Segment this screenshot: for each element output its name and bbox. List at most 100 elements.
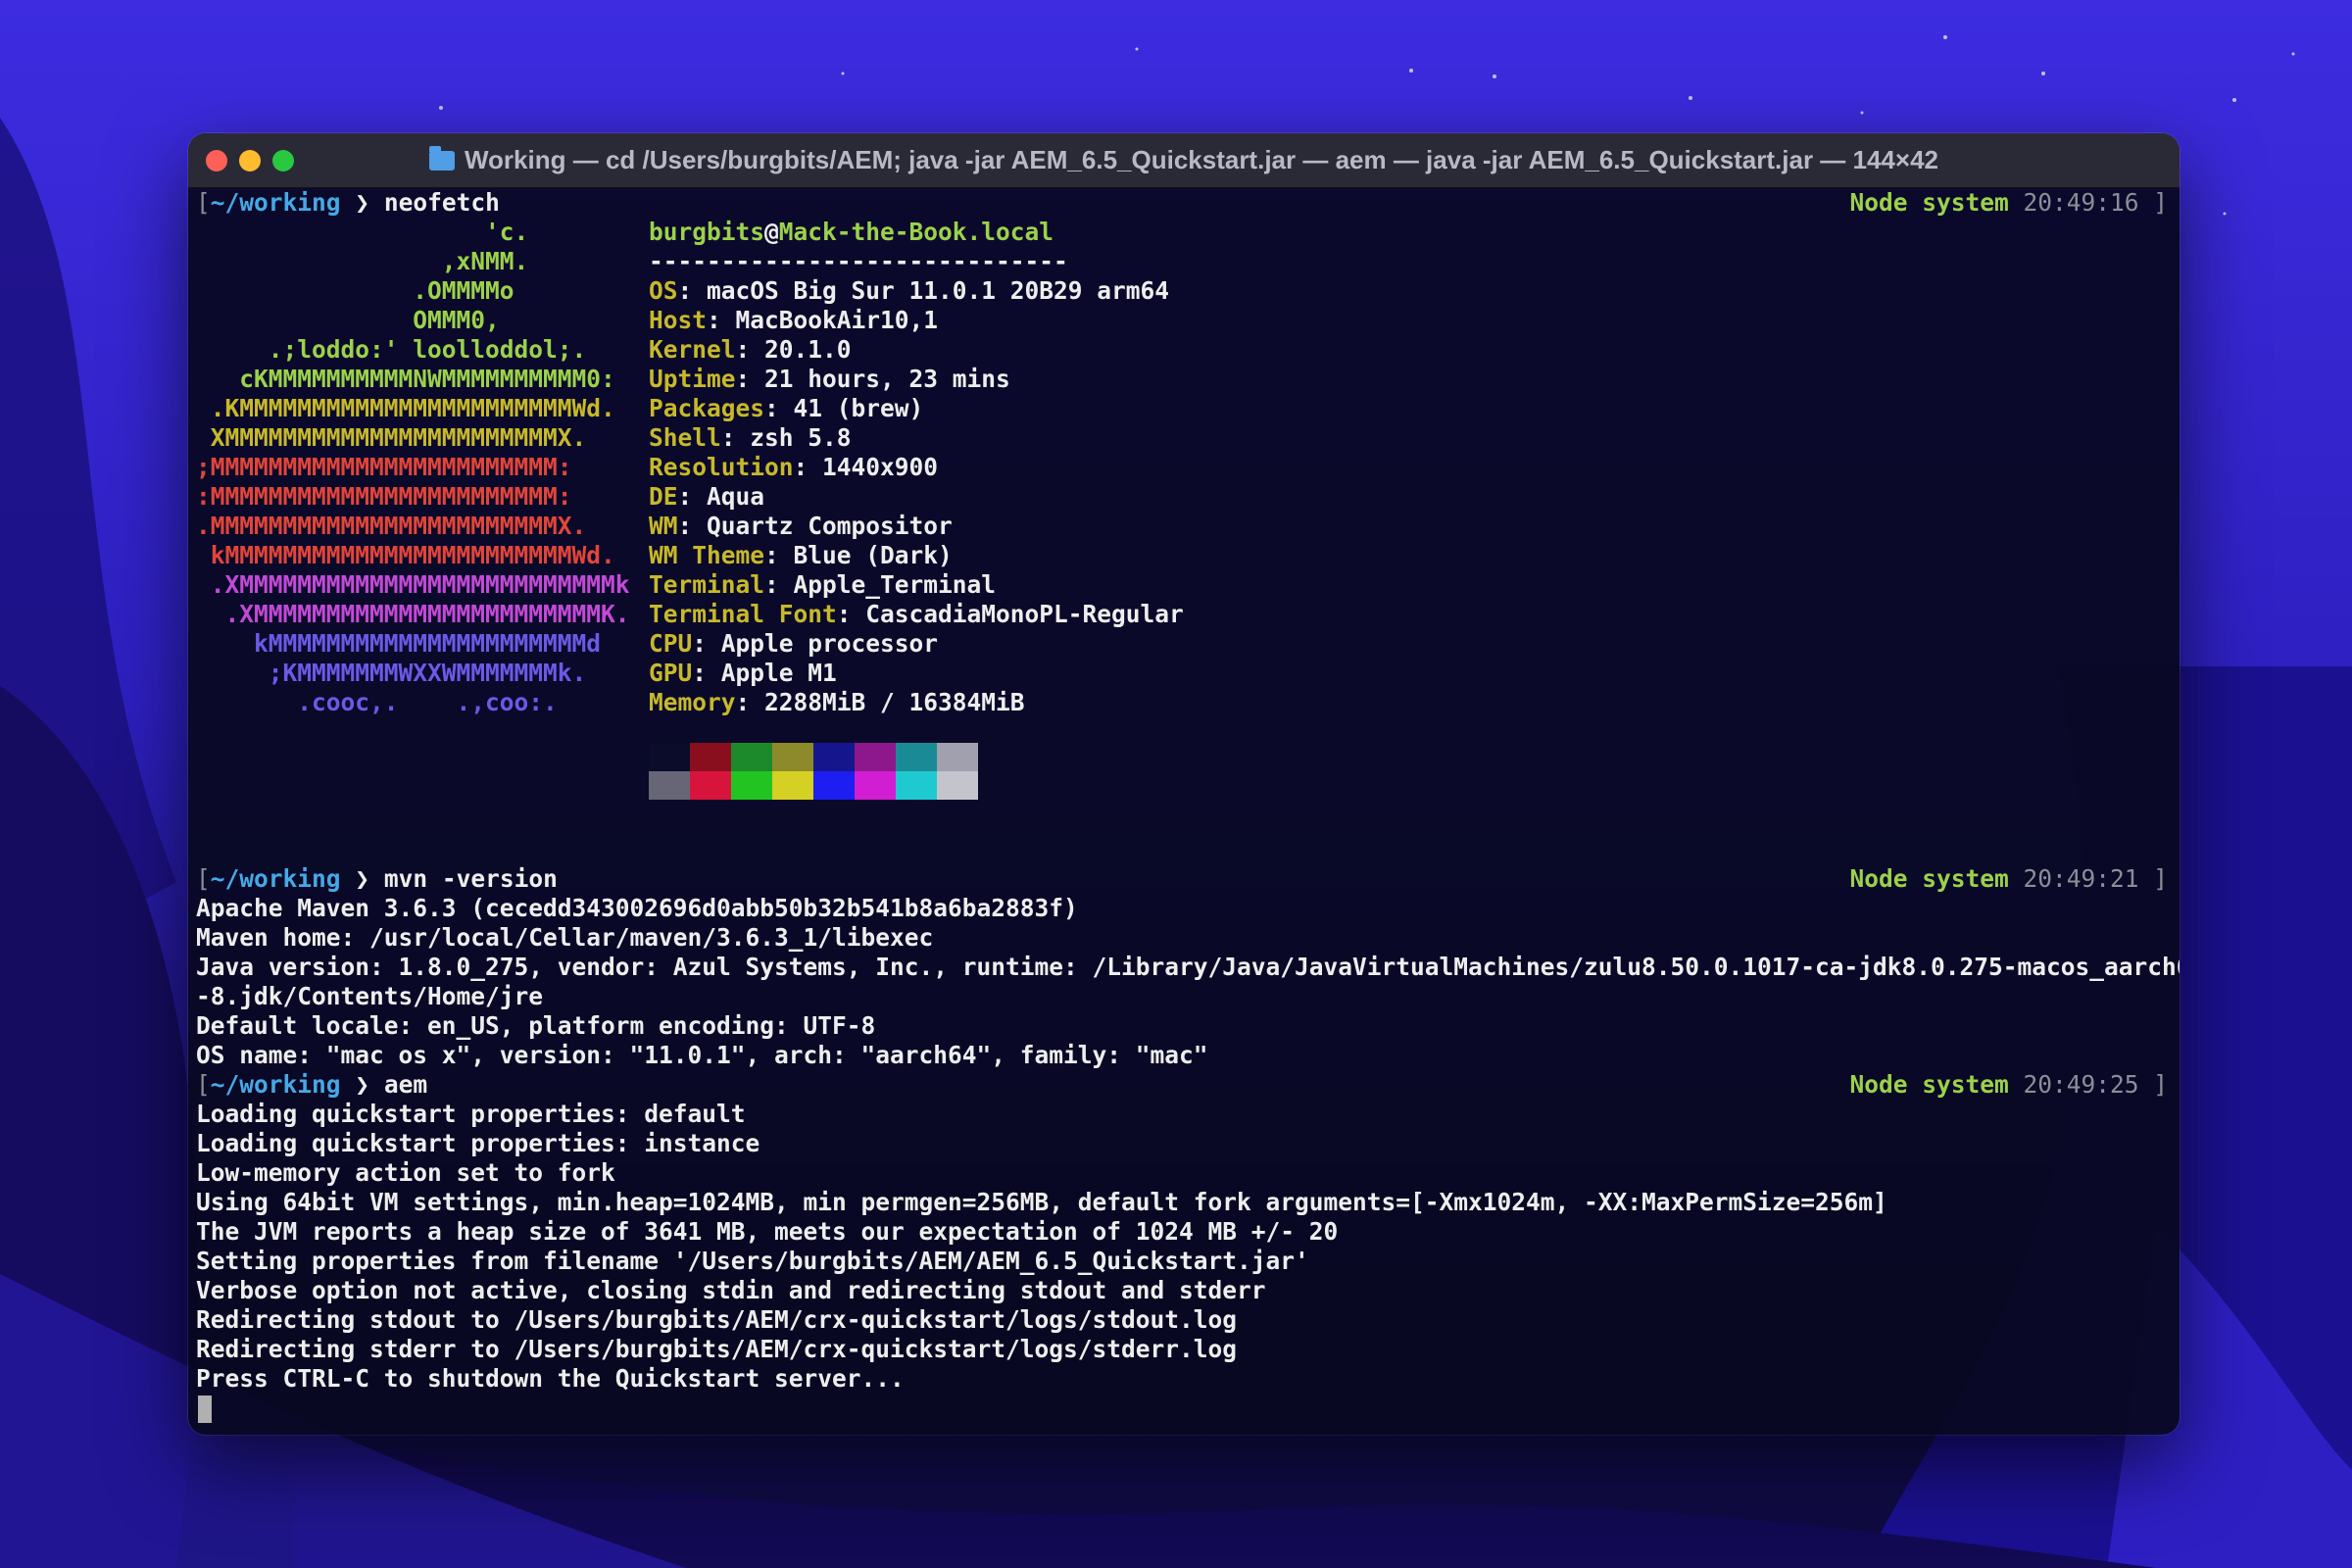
info-key: DE	[649, 482, 678, 511]
window-title-text: Working — cd /Users/burgbits/AEM; java -…	[464, 145, 1938, 174]
output-line: Loading quickstart properties: instance	[196, 1129, 760, 1157]
info-value: : Apple M1	[692, 659, 837, 687]
logo-line: kMMMMMMMMMMMMMMMMMMMMMMMMWd.	[196, 541, 615, 569]
command-text: neofetch	[383, 188, 500, 217]
info-value: : Apple_Terminal	[764, 570, 997, 599]
prompt-line: [~/working ❯ mvn -version	[196, 864, 558, 893]
output-line: Default locale: en_US, platform encoding…	[196, 1011, 876, 1040]
logo-line: .cooc,. .,coo:.	[196, 688, 558, 716]
info-value: : Quartz Compositor	[677, 512, 953, 540]
color-swatch	[937, 771, 978, 800]
info-key: Kernel	[649, 335, 736, 364]
output-line: Loading quickstart properties: default	[196, 1100, 746, 1128]
output-line: -8.jdk/Contents/Home/jre	[196, 982, 544, 1010]
output-line: Apache Maven 3.6.3 (cecedd343002696d0abb…	[196, 894, 1078, 922]
logo-line: .MMMMMMMMMMMMMMMMMMMMMMMMX.	[196, 512, 587, 540]
info-key: Memory	[649, 688, 736, 716]
info-value: : Apple processor	[692, 629, 939, 658]
info-row: OS: macOS Big Sur 11.0.1 20B29 arm64	[649, 276, 1169, 306]
info-value: : 41 (brew)	[764, 394, 924, 422]
info-key: WM	[649, 512, 678, 540]
info-value: : Blue (Dark)	[764, 541, 953, 569]
terminal-window[interactable]: Working — cd /Users/burgbits/AEM; java -…	[188, 133, 2180, 1435]
color-swatch	[813, 743, 855, 771]
username: burgbits	[649, 218, 765, 246]
neofetch-separator: -----------------------------	[649, 247, 1068, 275]
output-line: Maven home: /usr/local/Cellar/maven/3.6.…	[196, 923, 934, 952]
prompt-arrow-icon: ❯	[355, 1070, 370, 1099]
info-key: Uptime	[649, 365, 736, 393]
color-swatch	[896, 771, 937, 800]
prompt-arrow-icon: ❯	[355, 864, 370, 893]
neofetch-user-host: burgbits@Mack-the-Book.local	[649, 218, 1054, 246]
color-palette-dark	[649, 743, 978, 771]
right-prompt: Node system 20:49:21 ]	[1849, 864, 2168, 893]
folder-icon	[428, 146, 455, 171]
color-swatch	[896, 743, 937, 771]
logo-line: .OMMMMo	[196, 276, 514, 305]
logo-line: .XMMMMMMMMMMMMMMMMMMMMMMMMK.	[196, 600, 630, 628]
prompt-line: [~/working ❯ aem	[196, 1070, 428, 1099]
color-swatch	[813, 771, 855, 800]
right-prompt: Node system 20:49:16 ]	[1849, 188, 2168, 217]
color-swatch	[772, 771, 813, 800]
output-line: Java version: 1.8.0_275, vendor: Azul Sy…	[196, 953, 2180, 981]
info-key: Host	[649, 306, 708, 334]
info-value: : 21 hours, 23 mins	[735, 365, 1010, 393]
info-row: Memory: 2288MiB / 16384MiB	[649, 688, 1025, 717]
color-swatch	[731, 771, 772, 800]
prompt-arrow-icon: ❯	[355, 188, 370, 217]
text-cursor	[198, 1396, 212, 1423]
output-line: Setting properties from filename '/Users…	[196, 1247, 1309, 1275]
node-label: Node system	[1849, 188, 2009, 217]
timestamp: 20:49:25	[2023, 1070, 2139, 1099]
color-swatch	[937, 743, 978, 771]
info-value: : MacBookAir10,1	[707, 306, 939, 334]
info-row: WM Theme: Blue (Dark)	[649, 541, 953, 570]
info-value: : 1440x900	[793, 453, 939, 481]
prompt-path: ~/working	[210, 864, 341, 893]
prompt-path: ~/working	[210, 1070, 341, 1099]
logo-line: ;MMMMMMMMMMMMMMMMMMMMMMMM:	[196, 453, 572, 481]
color-swatch	[855, 743, 896, 771]
info-row: Kernel: 20.1.0	[649, 335, 852, 365]
window-title: Working — cd /Users/burgbits/AEM; java -…	[188, 133, 2180, 187]
logo-line: cKMMMMMMMMMMNWMMMMMMMMMM0:	[196, 365, 615, 393]
color-swatch	[855, 771, 896, 800]
info-value: : macOS Big Sur 11.0.1 20B29 arm64	[677, 276, 1170, 305]
color-swatch	[649, 743, 690, 771]
color-swatch	[690, 743, 731, 771]
info-row: CPU: Apple processor	[649, 629, 938, 659]
logo-line: XMMMMMMMMMMMMMMMMMMMMMMMX.	[196, 423, 587, 452]
info-row: WM: Quartz Compositor	[649, 512, 953, 541]
output-line: OS name: "mac os x", version: "11.0.1", …	[196, 1041, 1208, 1069]
output-line: Using 64bit VM settings, min.heap=1024MB…	[196, 1188, 1887, 1216]
logo-line: kMMMMMMMMMMMMMMMMMMMMMMd	[196, 629, 602, 658]
output-line: Redirecting stdout to /Users/burgbits/AE…	[196, 1305, 1238, 1334]
logo-line: .XMMMMMMMMMMMMMMMMMMMMMMMMMMk	[196, 570, 630, 599]
info-value: : 2288MiB / 16384MiB	[735, 688, 1025, 716]
color-swatch	[690, 771, 731, 800]
info-row: Shell: zsh 5.8	[649, 423, 852, 453]
timestamp: 20:49:16	[2023, 188, 2139, 217]
logo-line: 'c.	[196, 218, 529, 246]
logo-line: OMMM0,	[196, 306, 500, 334]
prompt-line: [~/working ❯ neofetch	[196, 188, 500, 217]
title-bar[interactable]: Working — cd /Users/burgbits/AEM; java -…	[188, 133, 2180, 188]
color-swatch	[731, 743, 772, 771]
color-palette-bright	[649, 771, 978, 800]
node-label: Node system	[1849, 1070, 2009, 1099]
info-key: Shell	[649, 423, 721, 452]
info-row: Uptime: 21 hours, 23 mins	[649, 365, 1010, 394]
hostname: Mack-the-Book.local	[778, 218, 1054, 246]
command-text: mvn -version	[383, 864, 558, 893]
info-value: : CascadiaMonoPL-Regular	[836, 600, 1184, 628]
info-key: CPU	[649, 629, 693, 658]
logo-line: ;KMMMMMMMWXXWMMMMMMMk.	[196, 659, 587, 687]
info-key: Terminal Font	[649, 600, 837, 628]
right-prompt: Node system 20:49:25 ]	[1849, 1070, 2168, 1099]
info-row: GPU: Apple M1	[649, 659, 837, 688]
info-row: Terminal: Apple_Terminal	[649, 570, 996, 600]
logo-line: ,xNMM.	[196, 247, 529, 275]
terminal-content[interactable]: [~/working ❯ neofetch Node system 20:49:…	[188, 188, 2180, 1435]
